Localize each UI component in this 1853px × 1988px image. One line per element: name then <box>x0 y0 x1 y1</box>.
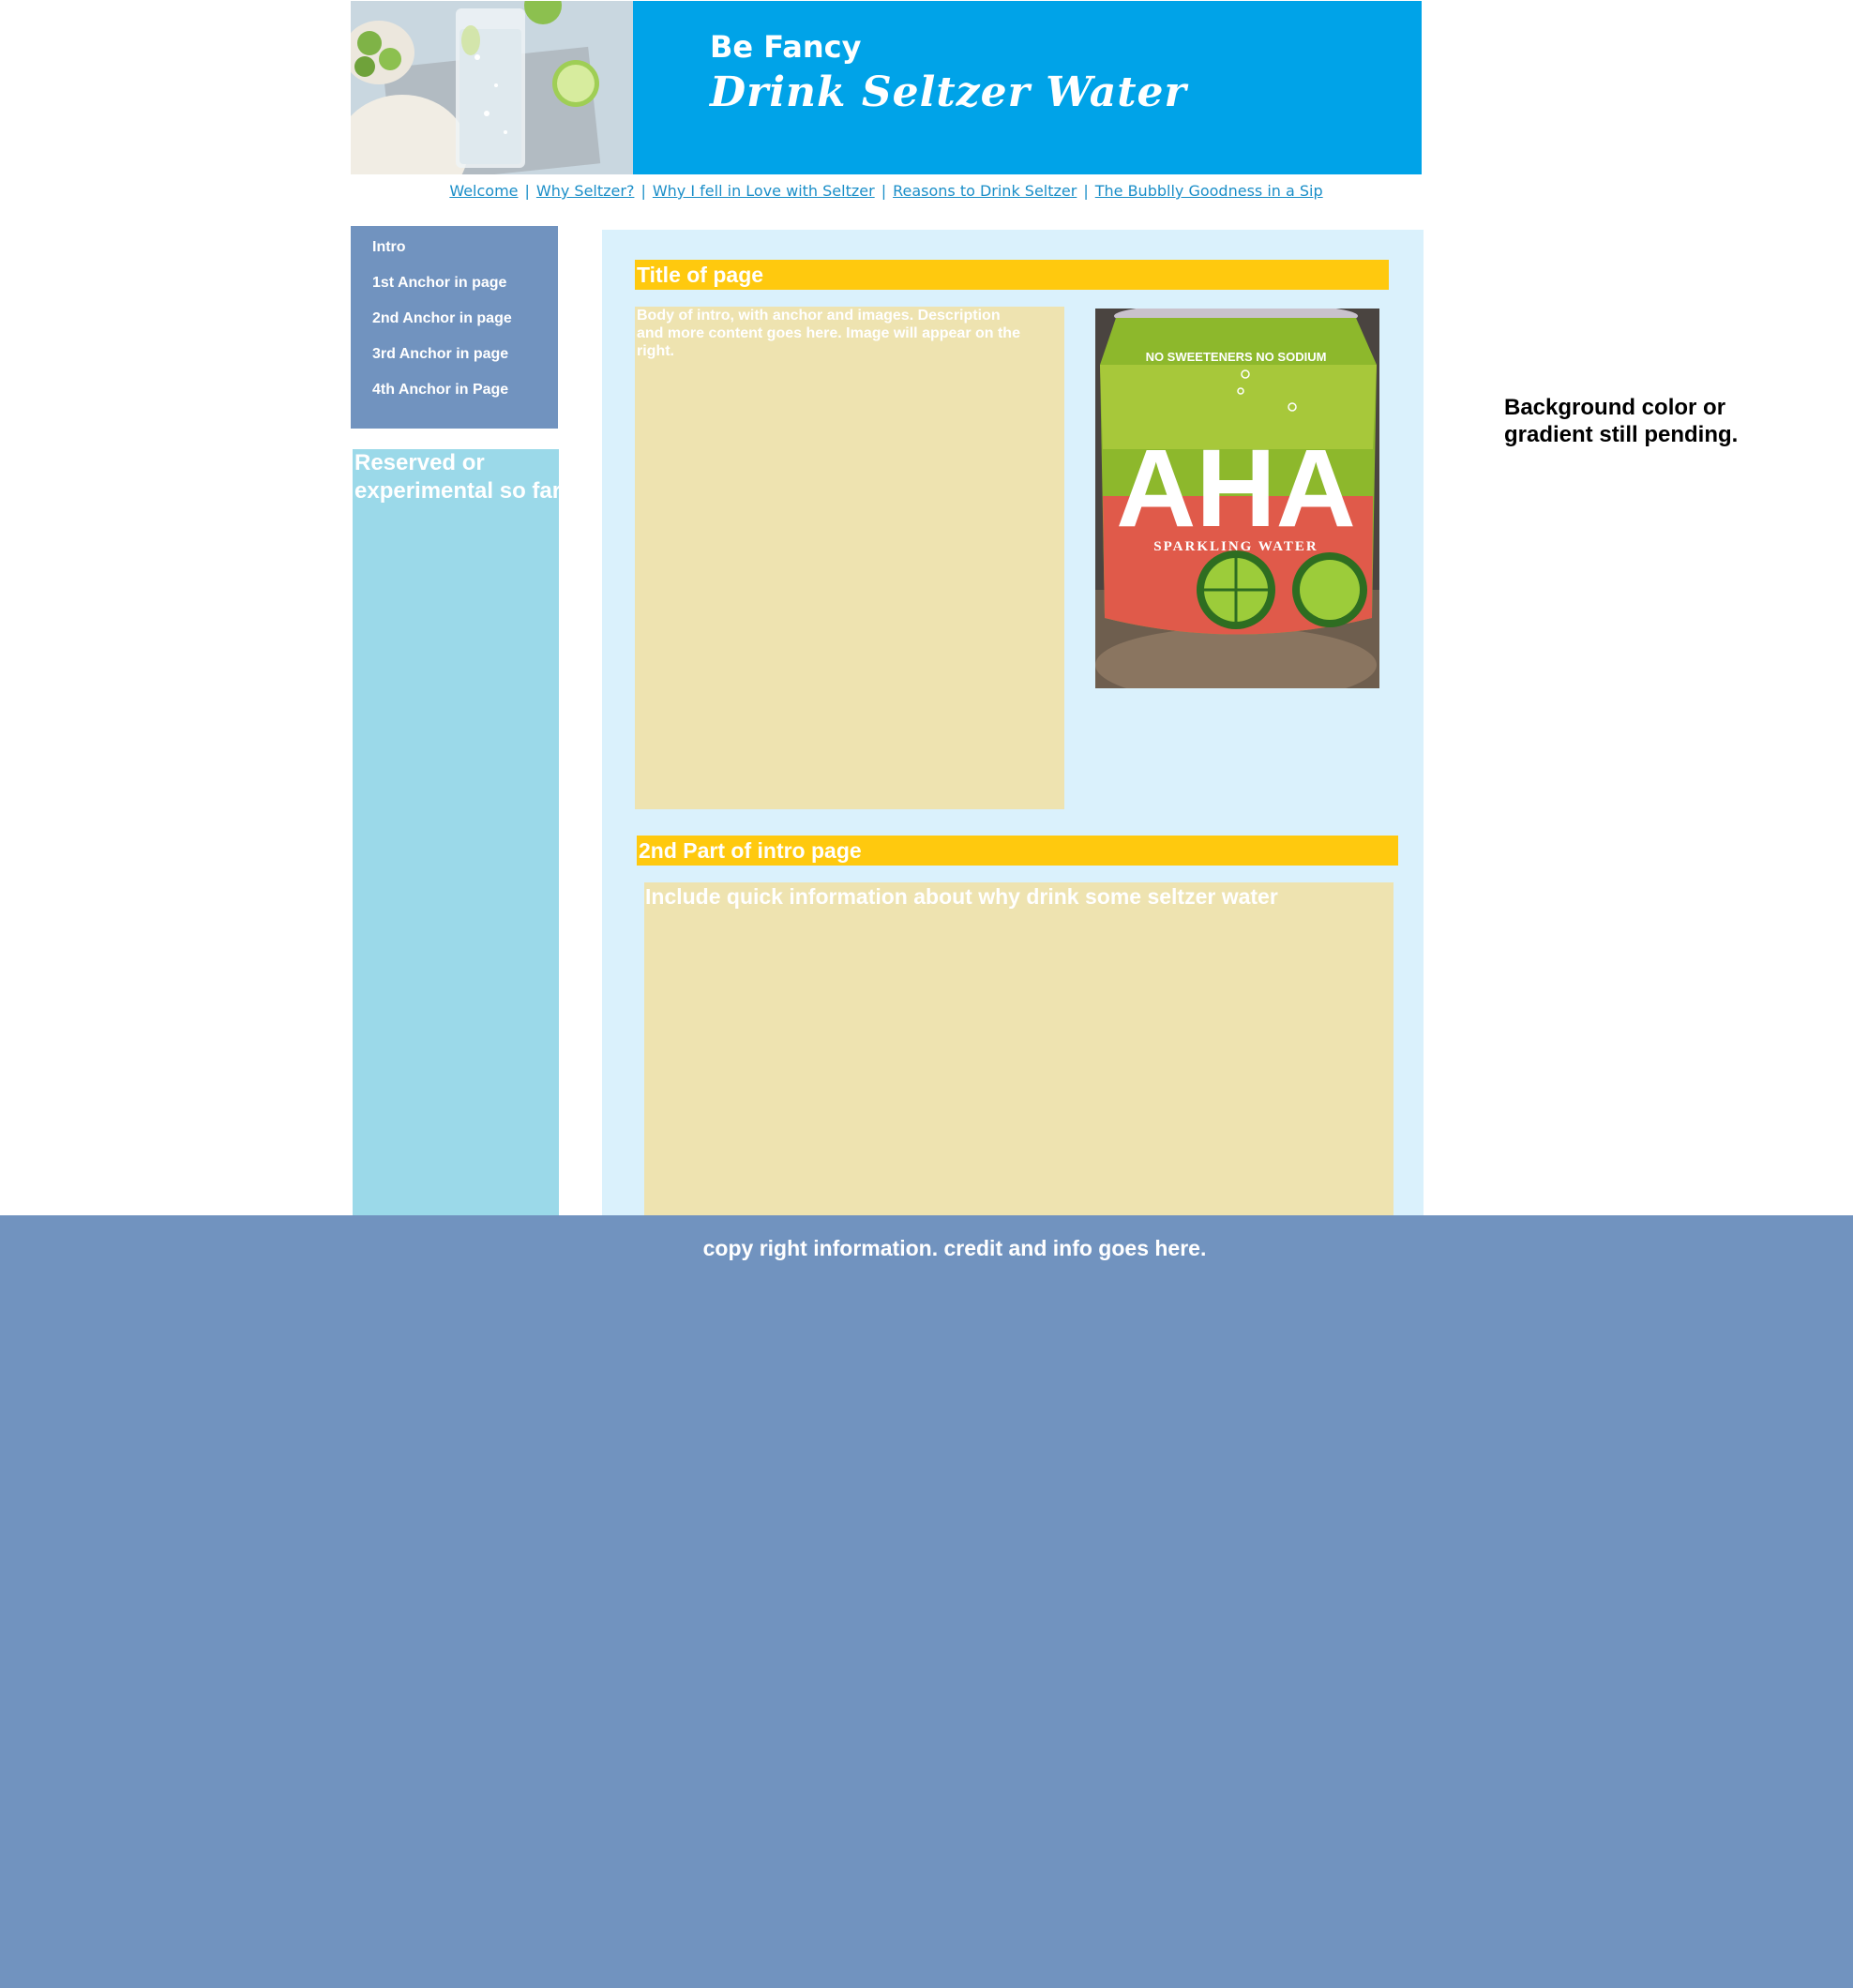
header-seltzer-photo <box>351 1 633 174</box>
nav-link-why-seltzer[interactable]: Why Seltzer? <box>536 182 635 200</box>
sidebar-item-intro[interactable]: Intro <box>372 239 406 256</box>
seltzer-glass-illustration <box>351 1 633 174</box>
nav-link-reasons[interactable]: Reasons to Drink Seltzer <box>893 182 1077 200</box>
nav-separator: | <box>881 182 887 200</box>
intro-body: Body of intro, with anchor and images. D… <box>635 307 1064 809</box>
section-title-2: 2nd Part of intro page <box>637 836 1398 866</box>
nav-separator: | <box>640 182 646 200</box>
sidebar-menu: Intro 1st Anchor in page 2nd Anchor in p… <box>351 226 558 429</box>
can-brand-text: AHA <box>1116 427 1356 550</box>
nav-link-fell-in-love[interactable]: Why I fell in Love with Seltzer <box>653 182 875 200</box>
nav-link-welcome[interactable]: Welcome <box>449 182 518 200</box>
can-top-text: NO SWEETENERS NO SODIUM <box>1146 350 1327 364</box>
reserved-text: Reserved or experimental so far <box>354 450 562 504</box>
sidebar-item-anchor-2[interactable]: 2nd Anchor in page <box>372 310 512 327</box>
sidebar-item-anchor-1[interactable]: 1st Anchor in page <box>372 275 506 292</box>
nav-link-bubbly-goodness[interactable]: The Bubblly Goodness in a Sip <box>1095 182 1323 200</box>
aha-can-photo: AHA SPARKLING WATER NO SWEETENERS NO SOD… <box>1095 309 1379 688</box>
header-tagline: Be Fancy <box>710 29 862 65</box>
intro-body-2: Include quick information about why drin… <box>644 882 1394 1231</box>
section-title: Title of page <box>635 260 1389 290</box>
footer: copy right information. credit and info … <box>0 1215 1853 1988</box>
footer-copyright: copy right information. credit and info … <box>702 1236 1207 1260</box>
top-nav: Welcome | Why Seltzer? | Why I fell in Love … <box>351 182 1422 200</box>
aha-can-illustration: AHA SPARKLING WATER NO SWEETENERS NO SOD… <box>1095 309 1379 688</box>
can-sub-text: SPARKLING WATER <box>1153 539 1318 554</box>
nav-separator: | <box>1083 182 1089 200</box>
reserved-panel: Reserved or experimental so far <box>353 449 561 1231</box>
header-banner: Be Fancy Drink Seltzer Water <box>633 1 1422 174</box>
design-note: Background color or gradient still pendi… <box>1504 395 1739 447</box>
sidebar-item-anchor-4[interactable]: 4th Anchor in Page <box>372 382 508 399</box>
nav-separator: | <box>524 182 530 200</box>
main-content: Title of page Body of intro, with anchor… <box>602 230 1424 1231</box>
header-title: Drink Seltzer Water <box>710 68 1187 116</box>
sidebar-item-anchor-3[interactable]: 3rd Anchor in page <box>372 346 508 363</box>
